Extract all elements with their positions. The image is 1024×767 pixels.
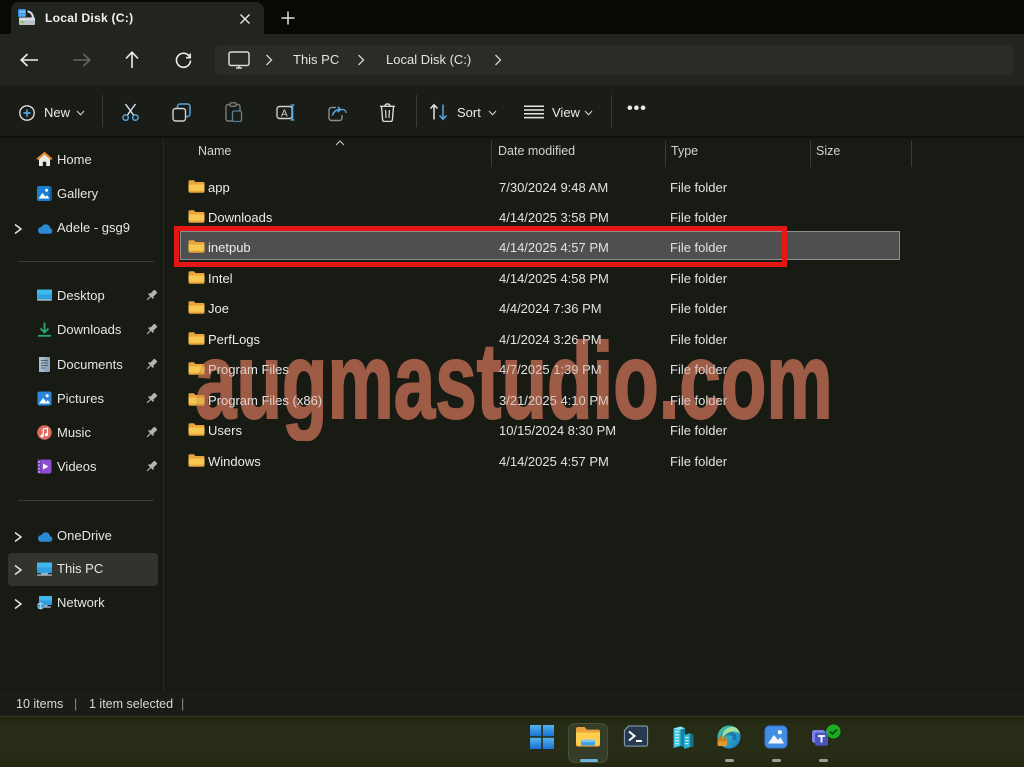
svg-text:A: A xyxy=(281,109,288,120)
